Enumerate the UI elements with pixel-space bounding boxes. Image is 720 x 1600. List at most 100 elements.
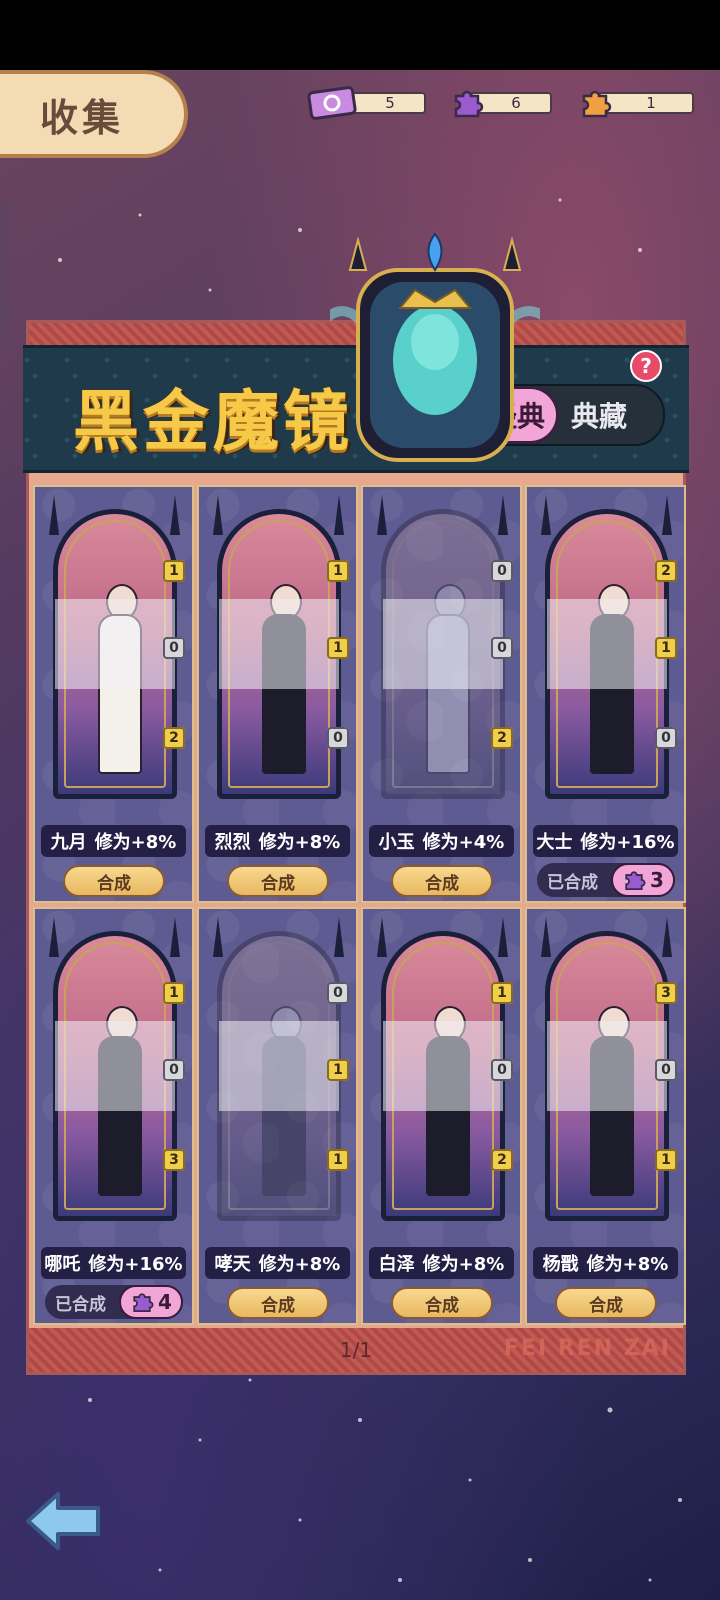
character-card[interactable]: 1 0 3 哪吒 修为+16% 已合成 4 bbox=[33, 907, 194, 1325]
character-card[interactable]: 3 0 1 杨戬 修为+8% 合成 bbox=[525, 907, 686, 1325]
character-name: 白泽 bbox=[378, 1254, 415, 1275]
character-namebar: 小玉 修为+4% bbox=[369, 825, 514, 857]
watermark-logo: FEI REN ZAI bbox=[503, 1336, 671, 1361]
card-grid: 1 0 2 九月 修为+8% 合成 1 1 0 烈烈 修为+8% 合成 0 0 … bbox=[33, 485, 686, 1325]
orange-puzzle-count: 1 bbox=[598, 92, 694, 114]
synthesize-button[interactable]: 合成 bbox=[391, 1287, 493, 1319]
fragment-count-badge: 0 bbox=[163, 1059, 185, 1081]
character-bonus: 修为+16% bbox=[580, 832, 675, 853]
fragment-count-badge: 0 bbox=[491, 637, 513, 659]
orange-puzzle-icon bbox=[582, 90, 612, 118]
character-bonus: 修为+4% bbox=[422, 832, 505, 853]
purple-puzzle-icon bbox=[454, 90, 484, 118]
purple-puzzle-icon bbox=[625, 871, 646, 891]
character-name: 九月 bbox=[50, 832, 87, 853]
missing-fragment bbox=[547, 1021, 667, 1111]
synthesized-count: 3 bbox=[650, 868, 664, 892]
character-name: 大士 bbox=[536, 832, 573, 853]
collection-panel: 黑金魔镜 经典 典藏 1 0 2 九月 修为+8% 合成 1 1 0 烈烈 修为… bbox=[23, 320, 689, 1375]
magic-mirror-emblem bbox=[330, 232, 540, 462]
back-arrow-icon[interactable] bbox=[24, 1488, 104, 1554]
ticket-icon bbox=[307, 86, 357, 120]
missing-fragment bbox=[547, 599, 667, 689]
fragment-count-badge: 0 bbox=[655, 1059, 677, 1081]
fragment-count-badge: 0 bbox=[163, 637, 185, 659]
fragment-count-badge: 0 bbox=[327, 727, 349, 749]
character-bonus: 修为+16% bbox=[88, 1254, 183, 1275]
character-namebar: 哮天 修为+8% bbox=[205, 1247, 350, 1279]
fragment-count-badge: 1 bbox=[327, 637, 349, 659]
synthesized-count: 4 bbox=[158, 1290, 172, 1314]
page-title-pill: 收集 bbox=[0, 70, 188, 158]
character-card[interactable]: 2 1 0 大士 修为+16% 已合成 3 bbox=[525, 485, 686, 903]
fragment-count-badge: 0 bbox=[491, 560, 513, 582]
character-bonus: 修为+8% bbox=[94, 832, 177, 853]
fragment-count-badge: 1 bbox=[163, 982, 185, 1004]
tab-collection-label: 典藏 bbox=[571, 400, 628, 433]
character-name: 杨戬 bbox=[542, 1254, 579, 1275]
character-name: 哪吒 bbox=[44, 1254, 81, 1275]
character-card[interactable]: 1 0 2 白泽 修为+8% 合成 bbox=[361, 907, 522, 1325]
fragment-count-badge: 0 bbox=[327, 982, 349, 1004]
synthesized-count-pill: 3 bbox=[611, 863, 675, 897]
page-title: 收集 bbox=[40, 95, 125, 140]
fragment-count-badge: 2 bbox=[491, 1149, 513, 1171]
missing-fragment bbox=[219, 599, 339, 689]
fragment-count-badge: 1 bbox=[327, 560, 349, 582]
fragment-count-badge: 2 bbox=[163, 727, 185, 749]
fragment-count-badge: 2 bbox=[655, 560, 677, 582]
synthesize-button[interactable]: 合成 bbox=[391, 865, 493, 897]
synthesized-label: 已合成 bbox=[547, 872, 598, 893]
status-bar bbox=[0, 0, 720, 70]
fragment-count-badge: 3 bbox=[163, 1149, 185, 1171]
side-drawer-handle[interactable] bbox=[0, 200, 12, 350]
fragment-count-badge: 1 bbox=[327, 1149, 349, 1171]
tab-collection[interactable]: 典藏 bbox=[571, 386, 627, 444]
synthesized-count-pill: 4 bbox=[119, 1285, 183, 1319]
synthesize-button[interactable]: 合成 bbox=[63, 865, 165, 897]
synthesize-button[interactable]: 合成 bbox=[227, 865, 329, 897]
missing-fragment bbox=[383, 1021, 503, 1111]
fragment-count-badge: 0 bbox=[491, 1059, 513, 1081]
missing-fragment bbox=[55, 599, 175, 689]
help-button[interactable]: ? bbox=[630, 350, 662, 382]
character-card[interactable]: 1 0 2 九月 修为+8% 合成 bbox=[33, 485, 194, 903]
fragment-count-badge: 1 bbox=[163, 560, 185, 582]
fragment-count-badge: 0 bbox=[655, 727, 677, 749]
character-namebar: 杨戬 修为+8% bbox=[533, 1247, 678, 1279]
character-namebar: 大士 修为+16% bbox=[533, 825, 678, 857]
character-name: 烈烈 bbox=[214, 832, 251, 853]
fragment-count-badge: 3 bbox=[655, 982, 677, 1004]
character-card[interactable]: 0 0 2 小玉 修为+4% 合成 bbox=[361, 485, 522, 903]
missing-fragment bbox=[383, 599, 503, 689]
missing-fragment bbox=[219, 1021, 339, 1111]
character-namebar: 九月 修为+8% bbox=[41, 825, 186, 857]
synthesized-label: 已合成 bbox=[55, 1294, 106, 1315]
character-bonus: 修为+8% bbox=[422, 1254, 505, 1275]
character-bonus: 修为+8% bbox=[258, 1254, 341, 1275]
fragment-count-badge: 1 bbox=[327, 1059, 349, 1081]
resource-purple-puzzle: 6 bbox=[450, 90, 552, 118]
character-namebar: 烈烈 修为+8% bbox=[205, 825, 350, 857]
character-card[interactable]: 1 1 0 烈烈 修为+8% 合成 bbox=[197, 485, 358, 903]
fragment-count-badge: 1 bbox=[491, 982, 513, 1004]
character-bonus: 修为+8% bbox=[586, 1254, 669, 1275]
character-card[interactable]: 0 1 1 哮天 修为+8% 合成 bbox=[197, 907, 358, 1325]
resource-orange-puzzle: 1 bbox=[578, 90, 694, 118]
panel-footer: 1/1 FEI REN ZAI bbox=[29, 1328, 683, 1372]
fragment-count-badge: 2 bbox=[491, 727, 513, 749]
character-namebar: 哪吒 修为+16% bbox=[41, 1247, 186, 1279]
synthesized-status: 已合成 3 bbox=[537, 863, 675, 897]
synthesize-button[interactable]: 合成 bbox=[227, 1287, 329, 1319]
purple-puzzle-icon bbox=[133, 1293, 154, 1313]
resource-ticket: 5 bbox=[306, 86, 426, 120]
character-name: 小玉 bbox=[378, 832, 415, 853]
character-name: 哮天 bbox=[214, 1254, 251, 1275]
series-title: 黑金魔镜 bbox=[73, 382, 353, 460]
missing-fragment bbox=[55, 1021, 175, 1111]
character-bonus: 修为+8% bbox=[258, 832, 341, 853]
synthesized-status: 已合成 4 bbox=[45, 1285, 183, 1319]
fragment-count-badge: 1 bbox=[655, 1149, 677, 1171]
character-namebar: 白泽 修为+8% bbox=[369, 1247, 514, 1279]
synthesize-button[interactable]: 合成 bbox=[555, 1287, 657, 1319]
